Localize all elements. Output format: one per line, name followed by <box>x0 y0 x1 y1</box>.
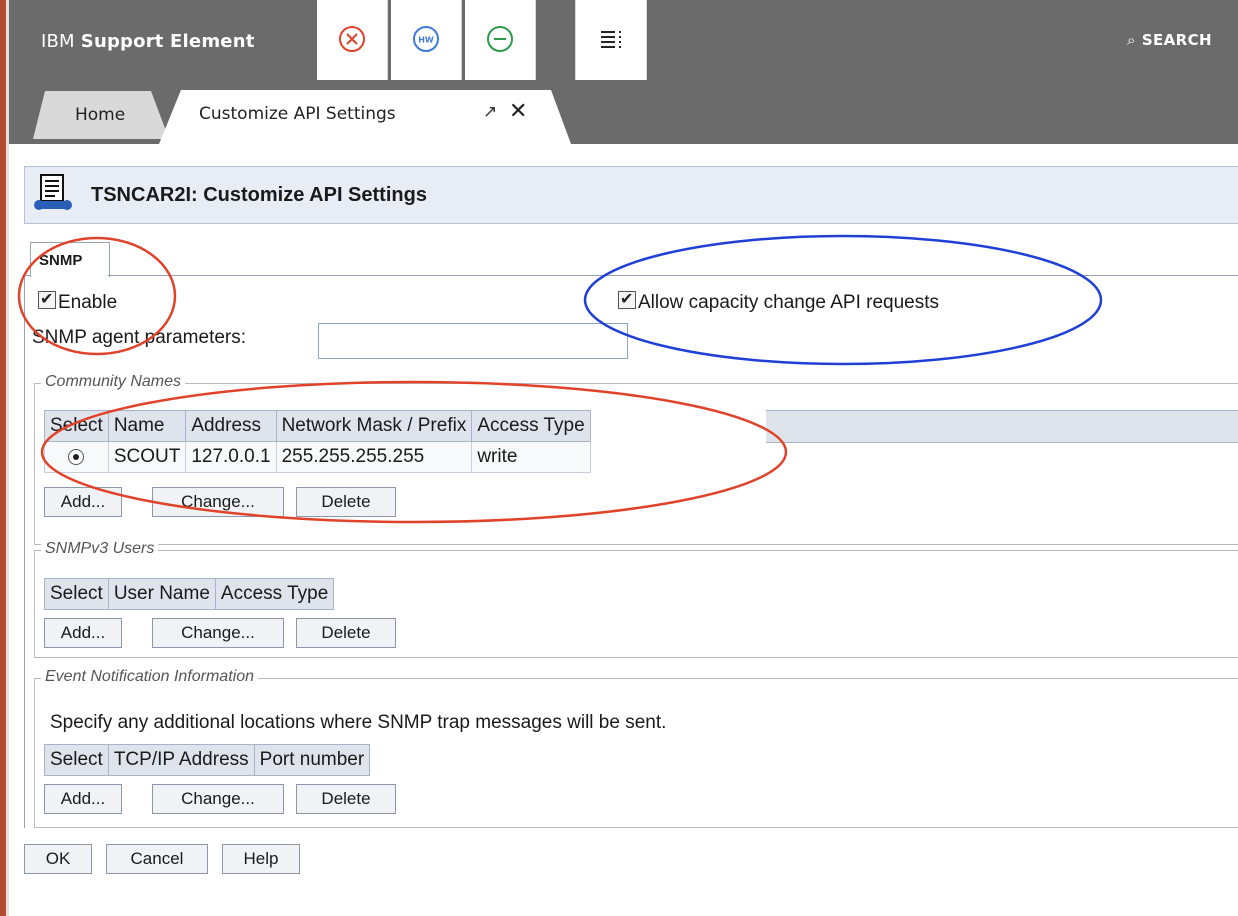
table-header-row: Select Name Address Network Mask / Prefi… <box>44 410 591 442</box>
tab-active-label: Customize API Settings <box>199 104 396 124</box>
community-names-legend: Community Names <box>41 373 186 391</box>
panel-title-bar: TSNCAR2I: Customize API Settings <box>24 166 1238 224</box>
row-select-cell[interactable] <box>44 441 109 473</box>
col-access-type[interactable]: Access Type <box>214 578 335 610</box>
hw-icon-text: HW <box>418 36 434 45</box>
col-select[interactable]: Select <box>44 410 109 442</box>
close-circle-icon <box>339 26 365 52</box>
snmpv3-delete-button[interactable]: Delete <box>296 618 396 648</box>
community-names-table: Select Name Address Network Mask / Prefi… <box>44 410 591 473</box>
tab-snmp[interactable]: SNMP <box>30 242 110 277</box>
close-task-button[interactable] <box>317 0 388 80</box>
table-header-row: Select User Name Access Type <box>44 578 335 610</box>
settings-panel: SNMP Enable Allow capacity change API re… <box>24 238 1238 874</box>
snmpv3-users-legend: SNMPv3 Users <box>41 540 159 558</box>
app-brand: IBM Support Element <box>41 31 255 52</box>
cell-mask: 255.255.255.255 <box>275 441 473 473</box>
enable-checkbox[interactable] <box>38 289 56 309</box>
event-notification-table: Select TCP/IP Address Port number <box>44 744 371 776</box>
cell-address: 127.0.0.1 <box>185 441 277 473</box>
snmpv3-add-button[interactable]: Add... <box>44 618 122 648</box>
tab-customize-api-settings[interactable]: Customize API Settings ↗ ✕ <box>159 90 579 144</box>
search-icon: ⌕ <box>1127 31 1136 49</box>
list-menu-icon <box>601 31 621 48</box>
event-notification-description: Specify any additional locations where S… <box>50 712 667 733</box>
popout-icon[interactable]: ↗ <box>483 102 497 122</box>
col-name[interactable]: Name <box>107 410 187 442</box>
minimize-button[interactable] <box>465 0 536 80</box>
snmpv3-users-table: Select User Name Access Type <box>44 578 335 610</box>
snmpv3-change-button[interactable]: Change... <box>152 618 284 648</box>
col-mask[interactable]: Network Mask / Prefix <box>275 410 473 442</box>
search-label: SEARCH <box>1141 31 1212 49</box>
events-change-button[interactable]: Change... <box>152 784 284 814</box>
community-change-button[interactable]: Change... <box>152 487 284 517</box>
tab-snmp-label: SNMP <box>39 252 83 269</box>
col-access-type[interactable]: Access Type <box>471 410 591 442</box>
table-header-row: Select TCP/IP Address Port number <box>44 744 371 776</box>
events-add-button[interactable]: Add... <box>44 784 122 814</box>
panel-title: TSNCAR2I: Customize API Settings <box>91 184 427 206</box>
col-port-number[interactable]: Port number <box>253 744 371 776</box>
top-bar: IBM Support Element HW ⌕ SEARCH <box>9 0 1238 82</box>
help-button[interactable]: Help <box>222 844 300 874</box>
event-notification-legend: Event Notification Information <box>41 668 258 686</box>
tab-home[interactable]: Home <box>21 91 171 139</box>
agent-params-label: SNMP agent parameters: <box>32 327 247 348</box>
task-list-button[interactable] <box>575 0 647 80</box>
cancel-button[interactable]: Cancel <box>106 844 208 874</box>
events-delete-button[interactable]: Delete <box>296 784 396 814</box>
col-select[interactable]: Select <box>44 744 109 776</box>
tab-strip: Home Customize API Settings ↗ ✕ <box>9 82 1238 144</box>
brand-name: Support Element <box>80 31 255 52</box>
agent-params-input[interactable] <box>318 323 628 359</box>
brand-prefix: IBM <box>41 31 75 52</box>
close-tab-icon[interactable]: ✕ <box>509 99 527 124</box>
hw-icon: HW <box>413 26 439 52</box>
allow-capacity-label: Allow capacity change API requests <box>638 292 940 313</box>
allow-capacity-checkbox[interactable] <box>618 289 636 309</box>
search-button[interactable]: ⌕ SEARCH <box>1127 31 1212 49</box>
col-tcpip-address[interactable]: TCP/IP Address <box>107 744 255 776</box>
enable-label: Enable <box>58 292 118 313</box>
tab-home-label: Home <box>75 105 126 125</box>
community-add-button[interactable]: Add... <box>44 487 122 517</box>
settings-document-icon <box>34 174 72 210</box>
cell-access: write <box>471 441 591 473</box>
col-address[interactable]: Address <box>185 410 277 442</box>
ok-button[interactable]: OK <box>24 844 92 874</box>
col-select[interactable]: Select <box>44 578 109 610</box>
cell-name: SCOUT <box>107 441 187 473</box>
table-row[interactable]: SCOUT 127.0.0.1 255.255.255.255 write <box>44 441 591 473</box>
community-header-fill <box>766 410 1238 443</box>
col-user-name[interactable]: User Name <box>107 578 216 610</box>
minus-circle-icon <box>487 26 513 52</box>
hardware-button[interactable]: HW <box>391 0 462 80</box>
community-delete-button[interactable]: Delete <box>296 487 396 517</box>
row-radio-button[interactable] <box>68 448 85 465</box>
